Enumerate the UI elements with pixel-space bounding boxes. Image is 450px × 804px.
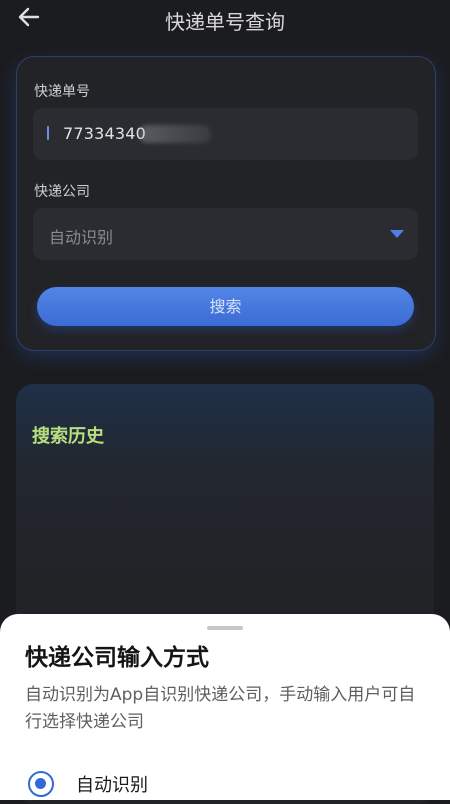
tracking-number-value: 77334340 [63, 124, 147, 143]
search-history-title: 搜索历史 [32, 426, 104, 447]
radio-selected-dot [35, 778, 46, 789]
sheet-description: 自动识别为App自识别快递公司，手动输入用户可自行选择快递公司 [25, 685, 416, 732]
sheet-drag-handle[interactable] [207, 626, 243, 630]
text-cursor [47, 126, 49, 140]
tracking-number-label: 快递单号 [34, 84, 90, 100]
redacted-digits [139, 125, 211, 143]
courier-company-value: 自动识别 [49, 228, 114, 247]
auto-detect-option-label[interactable]: 自动识别 [76, 771, 148, 797]
query-card: 快递单号 77334340 快递公司 自动识别 搜索 [16, 56, 436, 351]
sheet-title: 快递公司输入方式 [25, 645, 209, 671]
courier-company-select[interactable]: 自动识别 [33, 208, 418, 260]
courier-company-label: 快递公司 [34, 184, 90, 200]
bottom-sheet: 快递公司输入方式 自动识别为App自识别快递公司，手动输入用户可自行选择快递公司… [0, 614, 450, 800]
search-button[interactable]: 搜索 [37, 287, 414, 326]
triangle-down-icon [390, 230, 404, 238]
tracking-number-input[interactable]: 77334340 [33, 108, 418, 160]
auto-detect-radio[interactable] [28, 771, 54, 797]
page-title: 快递单号查询 [165, 10, 285, 34]
top-bar: 快递单号查询 [0, 0, 450, 36]
